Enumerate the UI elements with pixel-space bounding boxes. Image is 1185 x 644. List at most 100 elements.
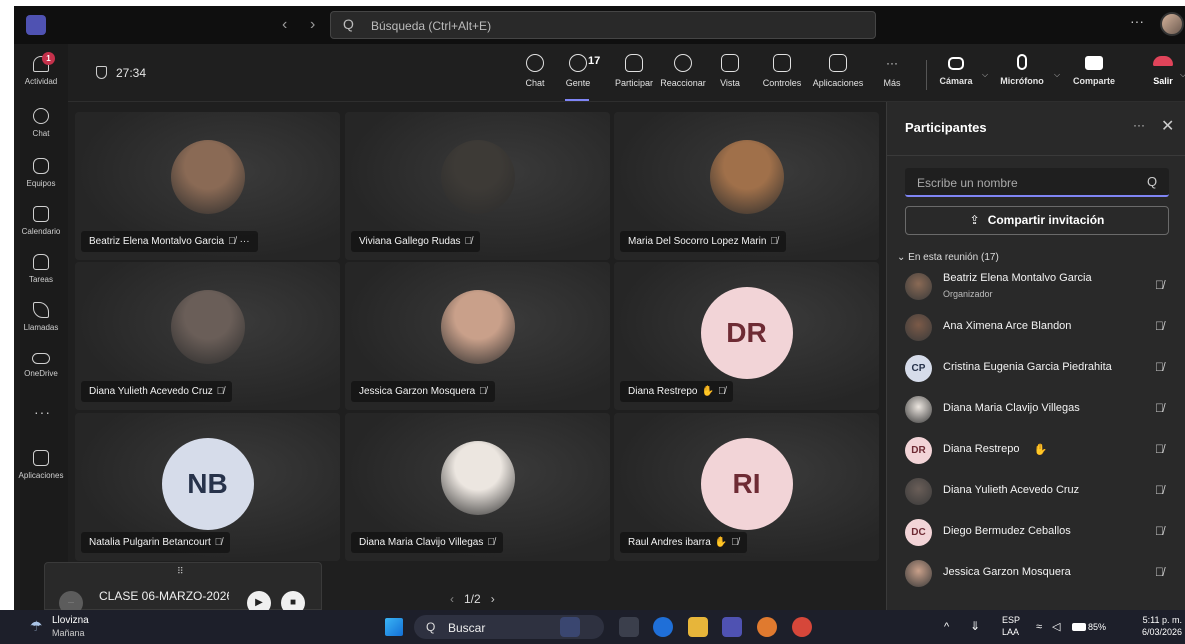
mic-off-icon[interactable]: 🎙̸: [1155, 442, 1164, 456]
video-tile[interactable]: RI Raul Andres ibarra ✋ 🎙̸: [614, 413, 879, 561]
rail-item-label: Chat: [32, 129, 50, 138]
page-indicator: 1/2: [464, 592, 481, 606]
prev-page-icon[interactable]: ‹: [450, 592, 454, 606]
more-options-icon[interactable]: ···: [1130, 13, 1144, 29]
app-rail: 1 Actividad Chat Equipos Calendario Tare…: [14, 44, 68, 610]
search-icon: Q: [1147, 174, 1158, 189]
firefox-icon[interactable]: [757, 617, 777, 637]
battery-text: 85%: [1088, 622, 1107, 632]
add-app-icon: [829, 54, 847, 72]
video-tile[interactable]: DR Diana Restrepo ✋ 🎙̸: [614, 262, 879, 410]
chat-button[interactable]: Chat: [520, 54, 550, 88]
back-icon[interactable]: ‹: [282, 16, 287, 34]
mic-off-icon[interactable]: 🎙̸: [1155, 278, 1164, 292]
language-indicator[interactable]: ESP LAA: [1002, 614, 1020, 638]
mic-off-icon[interactable]: 🎙̸: [1155, 401, 1164, 415]
teams-logo-icon: [26, 15, 46, 35]
clock[interactable]: 5:11 p. m. 6/03/2026: [1126, 614, 1182, 638]
tray-chevron-icon[interactable]: ^: [944, 621, 949, 633]
participant-row[interactable]: DC Diego Bermudez Ceballos 🎙̸: [905, 514, 1175, 550]
mic-off-icon[interactable]: 🎙̸: [1155, 565, 1164, 579]
participant-row[interactable]: Diana Maria Clavijo Villegas 🎙̸: [905, 391, 1175, 427]
leave-button[interactable]: Salir: [1143, 54, 1183, 94]
forward-icon[interactable]: ›: [310, 16, 315, 34]
react-button[interactable]: Reaccionar: [660, 54, 706, 88]
chat-icon: [526, 54, 544, 72]
panel-more-icon[interactable]: ···: [1133, 118, 1145, 132]
tile-more-icon[interactable]: ···: [240, 236, 250, 247]
controls-label: Controles: [762, 78, 802, 88]
tile-name: Beatriz Elena Montalvo Garcia: [89, 236, 225, 247]
video-tile[interactable]: Beatriz Elena Montalvo Garcia 🎙̸ ···: [75, 112, 340, 260]
more-apps-icon[interactable]: ···: [34, 404, 51, 420]
participant-row[interactable]: Beatriz Elena Montalvo Garcia Organizador…: [905, 268, 1175, 304]
more-button[interactable]: ··· Más: [880, 54, 904, 88]
rail-item-tasks[interactable]: Tareas: [14, 250, 68, 296]
more-icon: ···: [886, 56, 898, 70]
mic-off-icon[interactable]: 🎙̸: [1155, 319, 1164, 333]
microphone-tray-icon[interactable]: ⇓: [970, 620, 980, 632]
desktop-icon[interactable]: [619, 617, 639, 637]
rail-item-chat[interactable]: Chat: [14, 104, 68, 150]
participant-row[interactable]: Diana Yulieth Acevedo Cruz 🎙̸: [905, 473, 1175, 509]
camera-options-chevron-icon[interactable]: ⌵: [982, 70, 988, 80]
view-button[interactable]: Vista: [716, 54, 744, 88]
windows-start-icon[interactable]: [385, 618, 403, 636]
camera-button[interactable]: Cámara: [938, 54, 974, 86]
profile-avatar[interactable]: [1160, 12, 1184, 36]
next-page-icon[interactable]: ›: [491, 592, 495, 606]
video-tile[interactable]: Diana Maria Clavijo Villegas 🎙̸: [345, 413, 610, 561]
rail-item-calendar[interactable]: Calendario: [14, 202, 68, 248]
share-invite-button[interactable]: ⇪ Compartir invitación: [905, 206, 1169, 235]
search-icon: Q: [426, 620, 436, 634]
volume-icon[interactable]: ◁: [1052, 621, 1060, 633]
file-explorer-icon[interactable]: [688, 617, 708, 637]
in-meeting-section[interactable]: ⌄ En esta reunión (17): [897, 252, 999, 263]
close-icon[interactable]: ✕: [1161, 116, 1174, 136]
people-button[interactable]: 17 Gente: [564, 54, 600, 88]
mic-off-icon[interactable]: 🎙̸: [1155, 483, 1164, 497]
chat-label: Chat: [525, 78, 545, 88]
wifi-icon[interactable]: ≈: [1036, 621, 1042, 633]
video-tile[interactable]: Maria Del Socorro Lopez Marin 🎙̸: [614, 112, 879, 260]
controls-button[interactable]: Controles: [760, 54, 804, 88]
rail-item-apps[interactable]: Aplicaciones: [14, 446, 68, 492]
share-button[interactable]: Comparte: [1070, 54, 1118, 86]
video-tile[interactable]: NB Natalia Pulgarin Betancourt 🎙̸: [75, 413, 340, 561]
rail-item-activity[interactable]: 1 Actividad: [14, 52, 68, 98]
rail-item-onedrive[interactable]: OneDrive: [14, 346, 68, 392]
video-tile[interactable]: Jessica Garzon Mosquera 🎙̸: [345, 262, 610, 410]
participant-name: Jessica Garzon Mosquera: [943, 566, 1071, 578]
chrome-icon[interactable]: [792, 617, 812, 637]
mic-off-icon[interactable]: 🎙̸: [1155, 524, 1164, 538]
tile-avatar: [440, 140, 515, 215]
camera-label: Cámara: [939, 76, 973, 86]
apps-button[interactable]: Aplicaciones: [810, 54, 866, 88]
participant-row[interactable]: CP Cristina Eugenia Garcia Piedrahita 🎙̸: [905, 350, 1175, 386]
mic-button[interactable]: Micrófono: [998, 54, 1046, 86]
smiley-icon: [674, 54, 692, 72]
participant-row[interactable]: Ana Ximena Arce Blandon 🎙̸: [905, 309, 1175, 345]
drag-handle-icon[interactable]: ⠿: [177, 566, 184, 577]
raise-hand-button[interactable]: Participar: [608, 54, 660, 88]
rail-item-calls[interactable]: Llamadas: [14, 298, 68, 344]
widget-app-icon[interactable]: [560, 617, 580, 637]
participant-row[interactable]: DR Diana Restrepo ✋ 🎙̸: [905, 432, 1175, 468]
mic-off-icon: 🎙̸: [770, 236, 778, 247]
mic-options-chevron-icon[interactable]: ⌵: [1054, 70, 1060, 80]
video-tile[interactable]: Viviana Gallego Rudas 🎙̸: [345, 112, 610, 260]
tile-name: Maria Del Socorro Lopez Marin: [628, 236, 767, 247]
video-tile[interactable]: Diana Yulieth Acevedo Cruz 🎙̸: [75, 262, 340, 410]
mic-off-icon[interactable]: 🎙̸: [1155, 360, 1164, 374]
battery-indicator[interactable]: 85%: [1072, 621, 1106, 633]
rail-item-teams[interactable]: Equipos: [14, 154, 68, 200]
panel-title: Participantes: [905, 120, 987, 135]
hp-icon[interactable]: [653, 617, 673, 637]
participant-row[interactable]: Jessica Garzon Mosquera 🎙̸: [905, 555, 1175, 591]
search-box[interactable]: Q Búsqueda (Ctrl+Alt+E): [330, 11, 876, 39]
teams-taskbar-icon[interactable]: [722, 617, 742, 637]
participant-search-input[interactable]: Escribe un nombre Q: [905, 168, 1169, 197]
leave-options-chevron-icon[interactable]: ⌵: [1180, 70, 1185, 80]
mini-meeting-window[interactable]: ⠿ ··· CLASE 06-MARZO-2026 ▶ ■: [44, 562, 322, 615]
participant-name: Diana Restrepo: [943, 443, 1020, 455]
